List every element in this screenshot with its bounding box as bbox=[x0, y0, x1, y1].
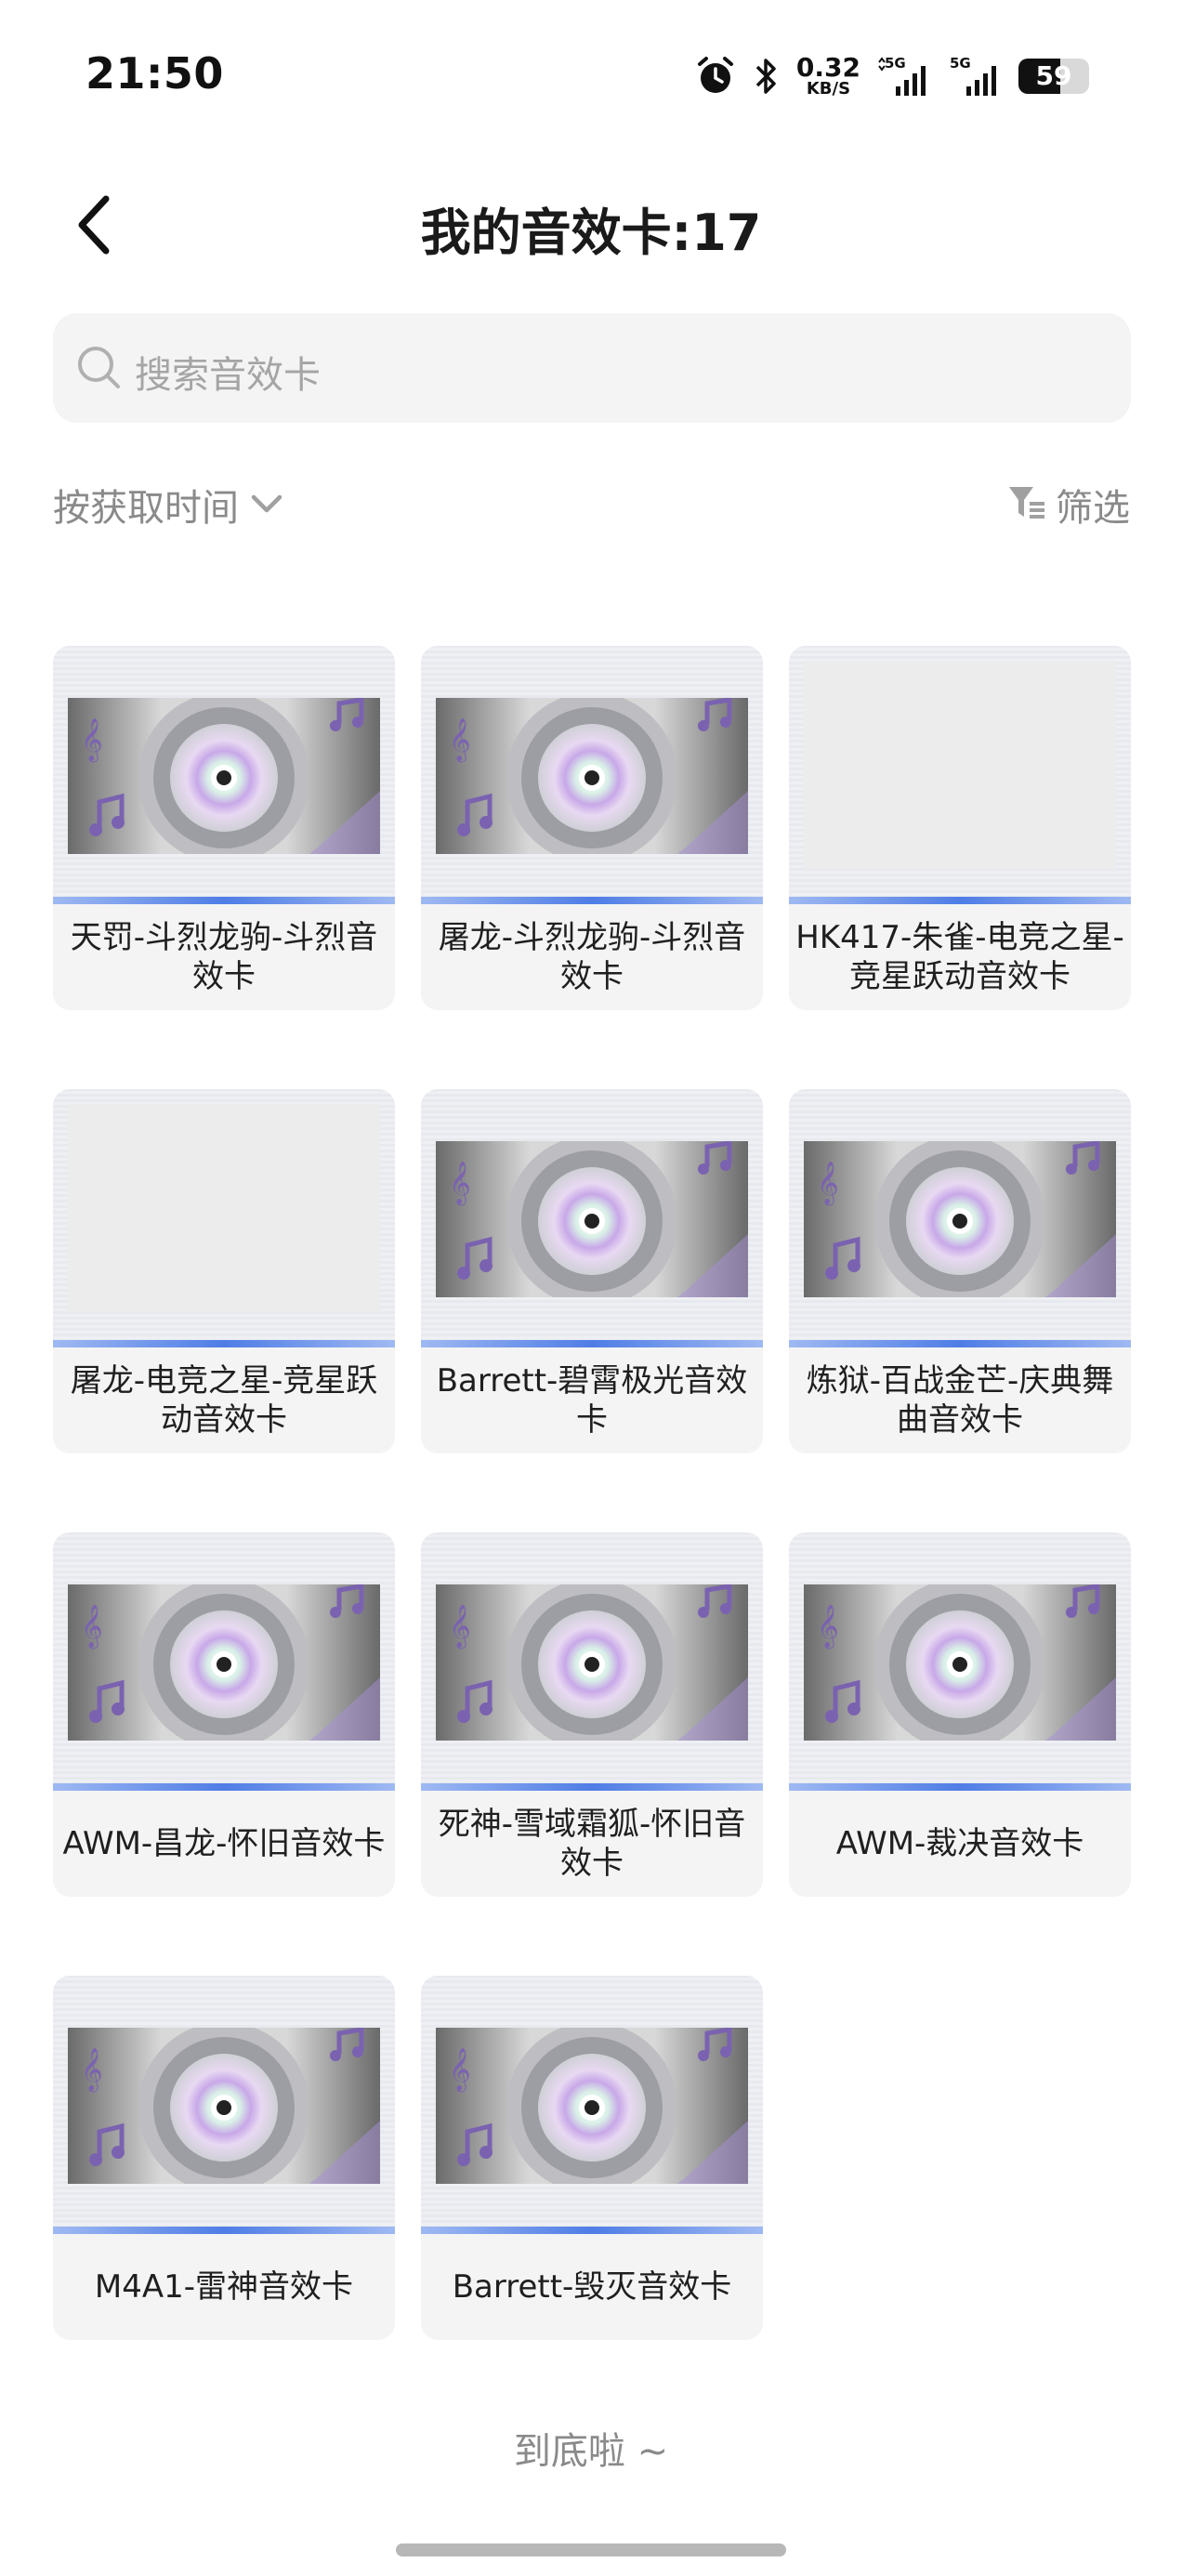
search-icon bbox=[75, 344, 124, 396]
network-speed: 0.32 KB/S bbox=[796, 55, 860, 98]
sound-card-thumbnail bbox=[53, 1089, 395, 1347]
search-placeholder: 搜索音效卡 bbox=[135, 354, 321, 397]
status-icons: 0.32 KB/S 5G 5G 59 bbox=[694, 48, 1089, 104]
sound-card-label: AWM-昌龙-怀旧音效卡 bbox=[62, 1825, 386, 1862]
network-speed-unit: KB/S bbox=[806, 79, 851, 99]
card-accent-bar bbox=[421, 897, 763, 904]
home-indicator[interactable] bbox=[396, 2543, 786, 2556]
music-disc-image: 𝄞 bbox=[68, 1584, 380, 1741]
sound-card-label: 死神-雪域霜狐-怀旧音效卡 bbox=[438, 1806, 746, 1882]
card-accent-bar bbox=[53, 1783, 395, 1791]
sound-card[interactable]: 𝄞 Barrett-毁灭音效卡 bbox=[421, 1976, 763, 2340]
svg-text:5G: 5G bbox=[885, 55, 906, 72]
card-accent-bar bbox=[789, 897, 1131, 904]
filter-icon bbox=[1005, 481, 1048, 528]
image-placeholder bbox=[68, 1104, 380, 1312]
sort-dropdown[interactable]: 按获取时间 bbox=[53, 478, 287, 532]
music-disc-image: 𝄞 bbox=[436, 1584, 748, 1741]
sound-card[interactable]: 𝄞 AWM-裁决音效卡 bbox=[789, 1532, 1131, 1897]
sound-card-thumbnail: 𝄞 bbox=[53, 1976, 395, 2234]
status-bar: 21:50 0.32 KB/S 5G 5G 59 bbox=[0, 0, 1182, 149]
sound-card-thumbnail: 𝄞 bbox=[53, 1532, 395, 1791]
music-disc-image: 𝄞 bbox=[68, 698, 380, 854]
page-title: 我的音效卡:17 bbox=[420, 204, 762, 262]
music-disc-image: 𝄞 bbox=[68, 2028, 380, 2184]
signal-icon: 5G bbox=[877, 55, 931, 98]
svg-text:𝄞: 𝄞 bbox=[449, 718, 471, 763]
filter-label: 筛选 bbox=[1056, 487, 1130, 530]
sort-label: 按获取时间 bbox=[53, 487, 239, 530]
svg-text:𝄞: 𝄞 bbox=[81, 2048, 103, 2093]
sound-card-label: 屠龙-斗烈龙驹-斗烈音效卡 bbox=[438, 919, 746, 995]
sound-card[interactable]: 𝄞 炼狱-百战金芒-庆典舞曲音效卡 bbox=[789, 1089, 1131, 1453]
sound-card-label: 屠龙-电竞之星-竞星跃动音效卡 bbox=[70, 1362, 378, 1439]
sound-card-thumbnail: 𝄞 bbox=[421, 1976, 763, 2234]
sound-card[interactable]: 𝄞 AWM-昌龙-怀旧音效卡 bbox=[53, 1532, 395, 1897]
chevron-down-icon bbox=[246, 482, 287, 527]
sound-card-label: HK417-朱雀-电竞之星-竞星跃动音效卡 bbox=[795, 919, 1124, 995]
card-accent-bar bbox=[53, 897, 395, 904]
sound-card-label: AWM-裁决音效卡 bbox=[835, 1825, 1084, 1862]
svg-text:𝄞: 𝄞 bbox=[449, 2048, 471, 2093]
svg-text:𝄞: 𝄞 bbox=[81, 718, 103, 763]
battery-level: 59 bbox=[1035, 60, 1072, 91]
card-accent-bar bbox=[789, 1340, 1131, 1347]
sound-card[interactable]: 𝄞 死神-雪域霜狐-怀旧音效卡 bbox=[421, 1532, 763, 1897]
sound-card-thumbnail: 𝄞 bbox=[421, 1532, 763, 1791]
bluetooth-icon bbox=[754, 55, 780, 98]
card-accent-bar bbox=[421, 1783, 763, 1791]
music-disc-image: 𝄞 bbox=[436, 2028, 748, 2184]
svg-text:𝄞: 𝄞 bbox=[449, 1605, 471, 1649]
sound-card[interactable]: 𝄞 M4A1-雷神音效卡 bbox=[53, 1976, 395, 2340]
end-of-list-text: 到底啦 ~ bbox=[513, 2430, 669, 2473]
card-grid: 𝄞 天罚-斗烈龙驹-斗烈音效卡 𝄞 屠龙-斗烈龙驹-斗烈音效卡 HK417-朱雀… bbox=[53, 646, 1131, 2340]
filter-button[interactable]: 筛选 bbox=[1005, 478, 1130, 532]
music-disc-image: 𝄞 bbox=[804, 1141, 1116, 1297]
sound-card-label: M4A1-雷神音效卡 bbox=[94, 2268, 354, 2306]
header: 我的音效卡:17 bbox=[0, 167, 1182, 279]
sound-card-thumbnail: 𝄞 bbox=[421, 1089, 763, 1347]
sound-card[interactable]: 𝄞 屠龙-斗烈龙驹-斗烈音效卡 bbox=[421, 646, 763, 1010]
card-accent-bar bbox=[421, 2227, 763, 2234]
network-speed-value: 0.32 bbox=[795, 52, 860, 83]
card-accent-bar bbox=[53, 1340, 395, 1347]
sound-card[interactable]: 𝄞 天罚-斗烈龙驹-斗烈音效卡 bbox=[53, 646, 395, 1010]
signal-icon-2: 5G bbox=[948, 55, 1002, 98]
sound-card-label: 炼狱-百战金芒-庆典舞曲音效卡 bbox=[806, 1362, 1114, 1439]
svg-text:𝄞: 𝄞 bbox=[817, 1162, 839, 1206]
music-disc-image: 𝄞 bbox=[804, 1584, 1116, 1741]
card-accent-bar bbox=[789, 1783, 1131, 1791]
image-placeholder bbox=[804, 661, 1116, 869]
sound-card[interactable]: 屠龙-电竞之星-竞星跃动音效卡 bbox=[53, 1089, 395, 1453]
sound-card-label: Barrett-毁灭音效卡 bbox=[452, 2268, 732, 2306]
card-accent-bar bbox=[421, 1340, 763, 1347]
alarm-icon bbox=[694, 55, 737, 98]
svg-text:5G: 5G bbox=[950, 55, 971, 72]
sound-card-label: Barrett-碧霄极光音效卡 bbox=[436, 1362, 748, 1439]
status-time: 21:50 bbox=[85, 48, 224, 99]
sound-card-thumbnail bbox=[789, 646, 1131, 904]
sound-card[interactable]: HK417-朱雀-电竞之星-竞星跃动音效卡 bbox=[789, 646, 1131, 1010]
sound-card-label: 天罚-斗烈龙驹-斗烈音效卡 bbox=[70, 919, 378, 995]
sound-card-thumbnail: 𝄞 bbox=[53, 646, 395, 904]
battery-icon: 59 bbox=[1018, 59, 1089, 94]
music-disc-image: 𝄞 bbox=[436, 1141, 748, 1297]
card-accent-bar bbox=[53, 2227, 395, 2234]
svg-text:𝄞: 𝄞 bbox=[817, 1605, 839, 1649]
svg-text:𝄞: 𝄞 bbox=[81, 1605, 103, 1649]
music-disc-image: 𝄞 bbox=[436, 698, 748, 854]
sound-card-thumbnail: 𝄞 bbox=[421, 646, 763, 904]
search-input[interactable]: 搜索音效卡 bbox=[53, 313, 1131, 423]
sound-card-thumbnail: 𝄞 bbox=[789, 1532, 1131, 1791]
sound-card[interactable]: 𝄞 Barrett-碧霄极光音效卡 bbox=[421, 1089, 763, 1453]
sound-card-thumbnail: 𝄞 bbox=[789, 1089, 1131, 1347]
svg-text:𝄞: 𝄞 bbox=[449, 1162, 471, 1206]
